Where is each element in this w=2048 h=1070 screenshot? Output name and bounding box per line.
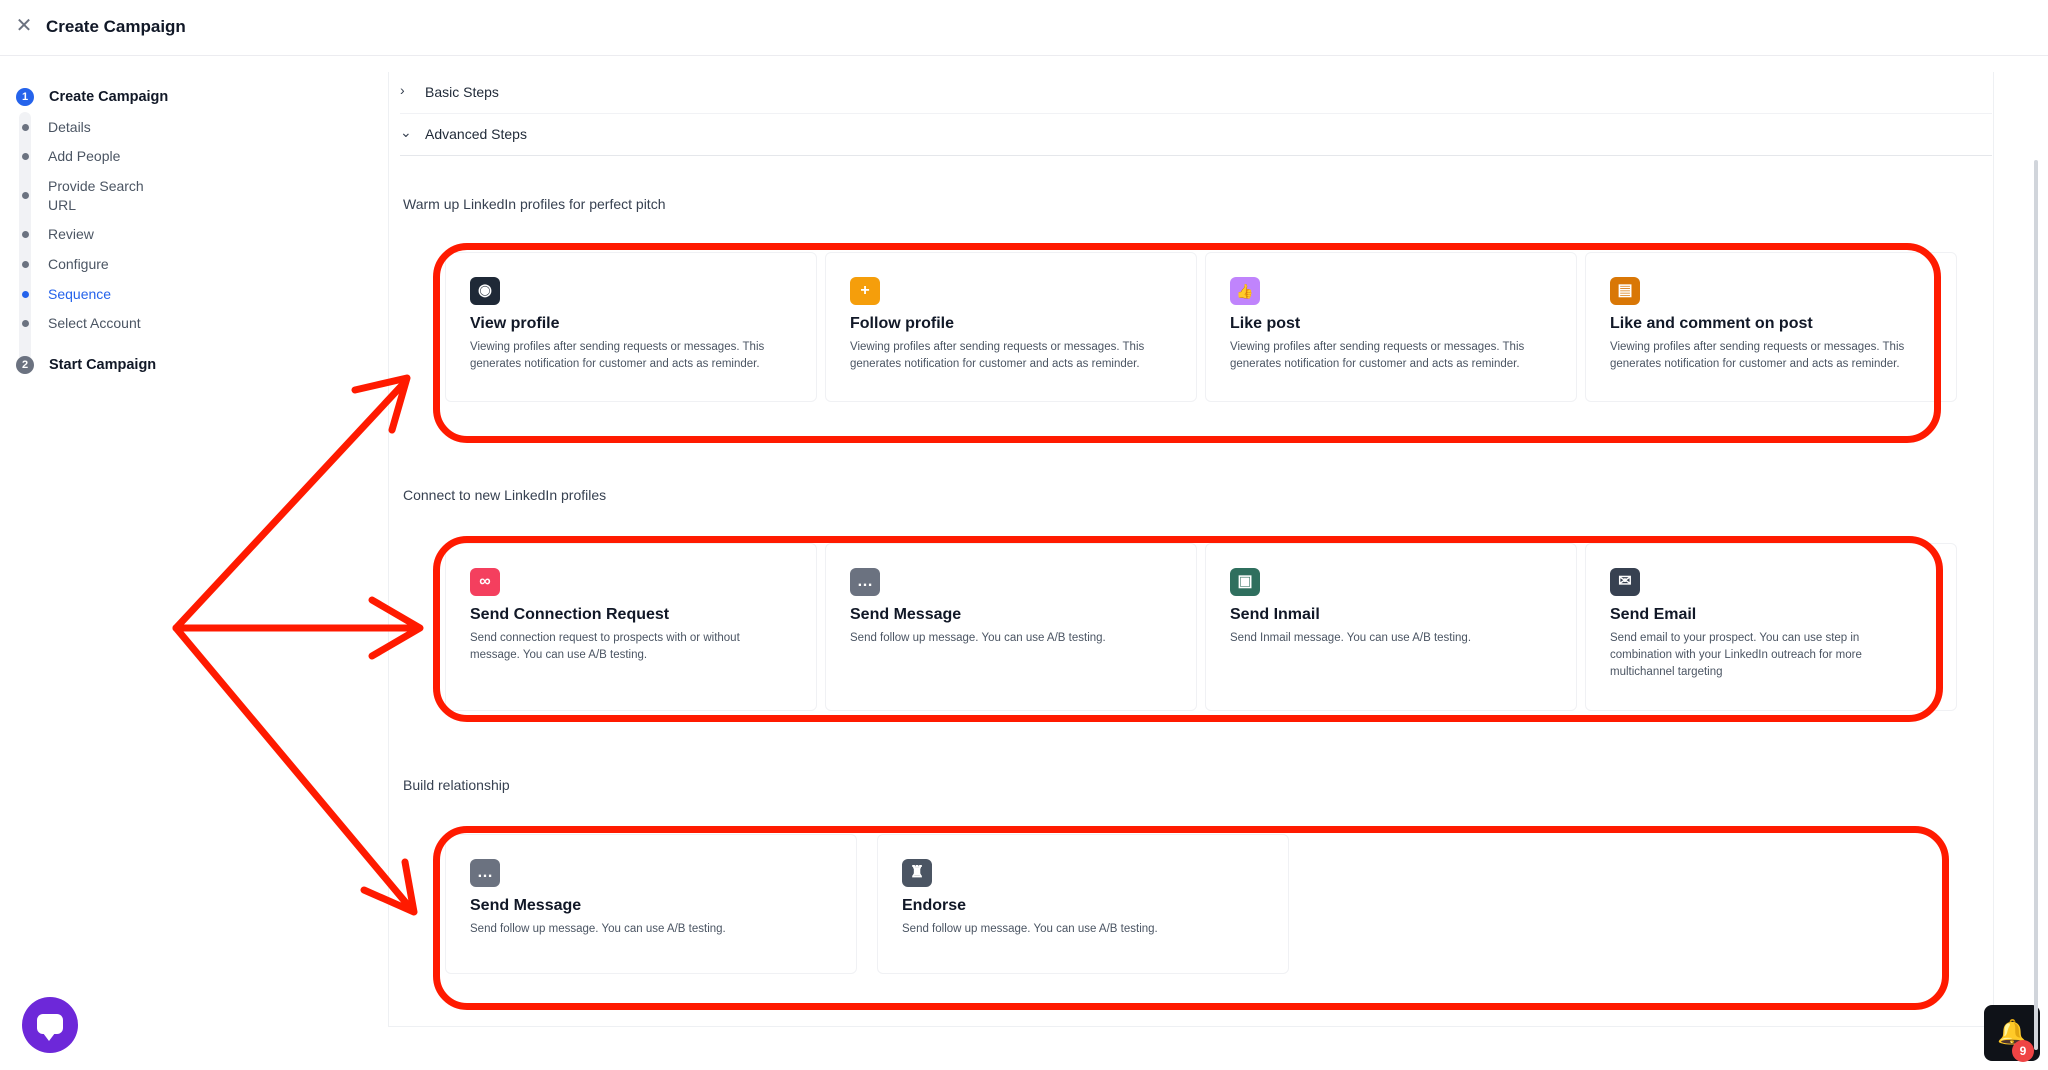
notification-count-badge: 9 — [2012, 1040, 2034, 1062]
arrow-to-build — [172, 624, 416, 914]
step-card-send-email[interactable]: ✉ Send Email Send email to your prospect… — [1585, 543, 1957, 711]
step-dot — [22, 320, 29, 327]
chevron-down-icon: ⌄ — [400, 124, 412, 140]
card-description: Viewing profiles after sending requests … — [470, 341, 765, 370]
step-label: Start Campaign — [49, 357, 157, 373]
top-bar: ✕ Create Campaign — [0, 0, 2048, 56]
step-dot — [22, 291, 29, 298]
substep-label: Sequence — [48, 286, 112, 302]
section-title-connect: Connect to new LinkedIn profiles — [403, 487, 607, 503]
chevron-right-icon: › — [400, 82, 405, 98]
substep-label: Add People — [48, 148, 121, 164]
card-description: Viewing profiles after sending requests … — [850, 341, 1145, 370]
step-label: Create Campaign — [49, 89, 169, 105]
card-description: Send Inmail message. You can use A/B tes… — [1230, 632, 1472, 644]
chat-icon: … — [470, 859, 500, 887]
card-description: Send connection request to prospects wit… — [470, 632, 740, 661]
step-dot — [22, 261, 29, 268]
substep-label: Select Account — [48, 315, 141, 331]
step-number-badge: 2 — [16, 356, 34, 374]
chat-icon: … — [850, 568, 880, 596]
card-description: Send follow up message. You can use A/B … — [850, 632, 1106, 644]
card-title: View profile — [470, 315, 560, 332]
card-title: Like post — [1230, 315, 1301, 332]
card-title: Like and comment on post — [1610, 315, 1813, 332]
close-icon[interactable]: ✕ — [14, 16, 34, 36]
eye-icon: ◉ — [470, 277, 500, 305]
step-dot — [22, 153, 29, 160]
support-chat-button[interactable] — [22, 997, 78, 1053]
step-dot — [22, 192, 29, 199]
arrow-to-warm-up — [172, 378, 409, 632]
link-icon: ∞ — [470, 568, 500, 596]
step-card-follow-profile[interactable]: + Follow profile Viewing profiles after … — [825, 252, 1197, 402]
card-title: Send Connection Request — [470, 606, 670, 623]
step-card-like-and-comment[interactable]: ▤ Like and comment on post Viewing profi… — [1585, 252, 1957, 402]
substep-label: Provide Search URL — [48, 178, 144, 213]
accordion-basic-steps[interactable]: › Basic Steps — [400, 72, 1992, 114]
inmail-icon: ▣ — [1230, 568, 1260, 596]
step-number-badge: 1 — [16, 88, 34, 106]
card-description: Send follow up message. You can use A/B … — [902, 923, 1158, 935]
vertical-scrollbar[interactable] — [2034, 160, 2038, 1050]
trophy-icon: ♜ — [902, 859, 932, 887]
step-card-view-profile[interactable]: ◉ View profile Viewing profiles after se… — [445, 252, 817, 402]
step-card-send-inmail[interactable]: ▣ Send Inmail Send Inmail message. You c… — [1205, 543, 1577, 711]
comment-icon: ▤ — [1610, 277, 1640, 305]
card-description: Send email to your prospect. You can use… — [1610, 632, 1862, 678]
step-card-like-post[interactable]: 👍 Like post Viewing profiles after sendi… — [1205, 252, 1577, 402]
thumbs-up-icon: 👍 — [1230, 277, 1260, 305]
card-title: Send Inmail — [1230, 606, 1320, 623]
step-card-send-message-2[interactable]: … Send Message Send follow up message. Y… — [445, 834, 857, 974]
step-card-send-message[interactable]: … Send Message Send follow up message. Y… — [825, 543, 1197, 711]
substep-label: Configure — [48, 256, 109, 272]
step-dot — [22, 124, 29, 131]
accordion-advanced-steps[interactable]: ⌄ Advanced Steps — [400, 114, 1992, 156]
card-description: Viewing profiles after sending requests … — [1230, 341, 1525, 370]
page-title: Create Campaign — [46, 17, 186, 36]
section-title-warm-up: Warm up LinkedIn profiles for perfect pi… — [403, 196, 666, 212]
accordion-label: Advanced Steps — [425, 126, 527, 142]
card-title: Send Message — [470, 897, 582, 914]
plus-icon: + — [850, 277, 880, 305]
card-title: Endorse — [902, 897, 967, 914]
chat-bubble-icon — [37, 1014, 63, 1041]
card-description: Send follow up message. You can use A/B … — [470, 923, 726, 935]
accordion-label: Basic Steps — [425, 84, 499, 100]
card-title: Send Message — [850, 606, 962, 623]
envelope-icon: ✉ — [1610, 568, 1640, 596]
step-card-send-connection-request[interactable]: ∞ Send Connection Request Send connectio… — [445, 543, 817, 711]
step-card-endorse[interactable]: ♜ Endorse Send follow up message. You ca… — [877, 834, 1289, 974]
substep-label: Review — [48, 226, 94, 242]
card-description: Viewing profiles after sending requests … — [1610, 341, 1905, 370]
card-title: Send Email — [1610, 606, 1697, 623]
section-title-build-relationship: Build relationship — [403, 777, 510, 793]
card-title: Follow profile — [850, 315, 954, 332]
substep-label: Details — [48, 119, 91, 135]
step-dot — [22, 231, 29, 238]
